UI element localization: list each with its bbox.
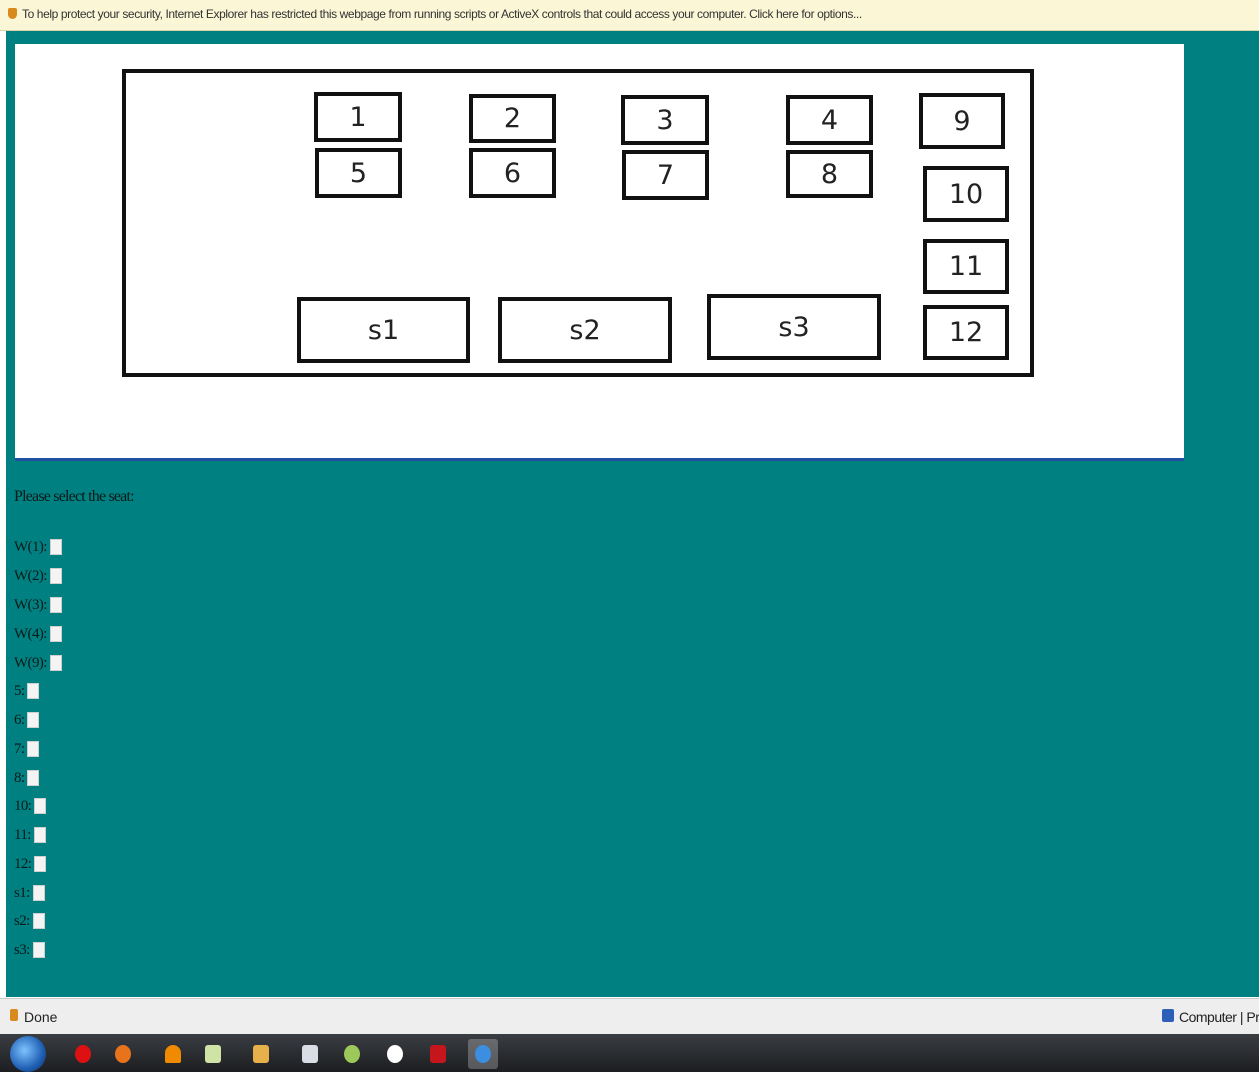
checkbox-w4[interactable] bbox=[49, 626, 62, 642]
opera-icon[interactable] bbox=[68, 1039, 98, 1069]
option-label: W(4): bbox=[14, 625, 47, 642]
option-12: 12: bbox=[14, 854, 47, 874]
option-label: 7: bbox=[14, 740, 25, 757]
checkbox-6[interactable] bbox=[27, 712, 40, 728]
seat-5: 5 bbox=[315, 148, 402, 198]
windows-start-icon[interactable] bbox=[10, 1036, 46, 1072]
option-7: 7: bbox=[14, 739, 40, 759]
seat-8: 8 bbox=[786, 150, 873, 198]
checkbox-10[interactable] bbox=[34, 798, 47, 814]
pdf-icon[interactable] bbox=[423, 1039, 453, 1069]
seat-4: 4 bbox=[786, 95, 873, 145]
checkbox-s2[interactable] bbox=[32, 913, 45, 929]
option-s3: s3: bbox=[14, 940, 45, 960]
seat-2: 2 bbox=[469, 94, 556, 143]
checkbox-w1[interactable] bbox=[49, 539, 62, 555]
document-icon[interactable] bbox=[295, 1039, 325, 1069]
vlc-icon[interactable] bbox=[158, 1039, 188, 1069]
checkbox-11[interactable] bbox=[33, 827, 46, 843]
checkbox-8[interactable] bbox=[27, 770, 40, 786]
seat-s1: s1 bbox=[297, 297, 470, 363]
option-label: 11: bbox=[14, 826, 31, 843]
option-label: 8: bbox=[14, 769, 25, 786]
page-status-icon bbox=[10, 1009, 18, 1021]
checkbox-12[interactable] bbox=[34, 856, 47, 872]
option-5: 5: bbox=[14, 681, 40, 701]
seat-10: 10 bbox=[923, 166, 1009, 222]
option-label: s3: bbox=[14, 941, 30, 958]
page-content: 1 2 3 4 5 6 7 8 9 10 11 12 s1 s2 s3 Plea… bbox=[6, 31, 1259, 997]
option-11: 11: bbox=[14, 825, 46, 845]
taskbar bbox=[0, 1034, 1259, 1072]
option-label: s2: bbox=[14, 912, 30, 929]
option-6: 6: bbox=[14, 710, 40, 730]
option-10: 10: bbox=[14, 796, 47, 816]
seat-6: 6 bbox=[469, 148, 556, 198]
checkbox-s1[interactable] bbox=[32, 885, 45, 901]
checkbox-5[interactable] bbox=[27, 683, 40, 699]
option-label: 12: bbox=[14, 855, 32, 872]
option-w1: W(1): bbox=[14, 537, 62, 557]
seat-s2: s2 bbox=[498, 297, 672, 363]
option-w3: W(3): bbox=[14, 595, 62, 615]
option-label: s1: bbox=[14, 884, 30, 901]
option-w9: W(9): bbox=[14, 653, 62, 673]
seat-7: 7 bbox=[622, 150, 709, 200]
seat-select-prompt: Please select the seat: bbox=[14, 488, 135, 505]
checkbox-s3[interactable] bbox=[32, 942, 45, 958]
seat-9: 9 bbox=[919, 93, 1005, 149]
firefox-icon[interactable] bbox=[108, 1039, 138, 1069]
seat-3: 3 bbox=[621, 95, 709, 145]
checkbox-7[interactable] bbox=[27, 741, 40, 757]
option-label: 5: bbox=[14, 682, 25, 699]
seat-s3: s3 bbox=[707, 294, 881, 360]
paint-icon[interactable] bbox=[337, 1039, 367, 1069]
computer-zone-icon bbox=[1162, 1009, 1174, 1022]
option-s2: s2: bbox=[14, 911, 45, 931]
option-label: W(9): bbox=[14, 654, 47, 671]
checkbox-w2[interactable] bbox=[49, 568, 62, 584]
security-infobar[interactable]: To help protect your security, Internet … bbox=[0, 0, 1259, 31]
seat-12: 12 bbox=[923, 305, 1009, 360]
security-zone[interactable]: Computer | Pr bbox=[1179, 1009, 1259, 1025]
option-label: W(2): bbox=[14, 567, 47, 584]
seat-map-panel: 1 2 3 4 5 6 7 8 9 10 11 12 s1 s2 s3 bbox=[15, 44, 1184, 461]
archive-icon[interactable] bbox=[246, 1039, 276, 1069]
status-text: Done bbox=[24, 1009, 58, 1025]
status-bar: Done Computer | Pr bbox=[0, 998, 1259, 1034]
room-outline: 1 2 3 4 5 6 7 8 9 10 11 12 s1 s2 s3 bbox=[122, 69, 1034, 377]
seat-1: 1 bbox=[314, 92, 402, 142]
option-label: 6: bbox=[14, 711, 25, 728]
option-label: 10: bbox=[14, 797, 32, 814]
checkbox-w9[interactable] bbox=[49, 655, 62, 671]
option-label: W(1): bbox=[14, 538, 47, 555]
shield-icon bbox=[8, 8, 17, 19]
seat-11: 11 bbox=[923, 239, 1009, 294]
notepad-icon[interactable] bbox=[198, 1039, 228, 1069]
option-w4: W(4): bbox=[14, 624, 62, 644]
infobar-message[interactable]: To help protect your security, Internet … bbox=[22, 7, 862, 21]
option-s1: s1: bbox=[14, 883, 45, 903]
option-8: 8: bbox=[14, 768, 40, 788]
internet-explorer-icon[interactable] bbox=[468, 1039, 498, 1069]
option-label: W(3): bbox=[14, 596, 47, 613]
media-icon[interactable] bbox=[380, 1039, 410, 1069]
option-w2: W(2): bbox=[14, 566, 62, 586]
checkbox-w3[interactable] bbox=[49, 597, 62, 613]
